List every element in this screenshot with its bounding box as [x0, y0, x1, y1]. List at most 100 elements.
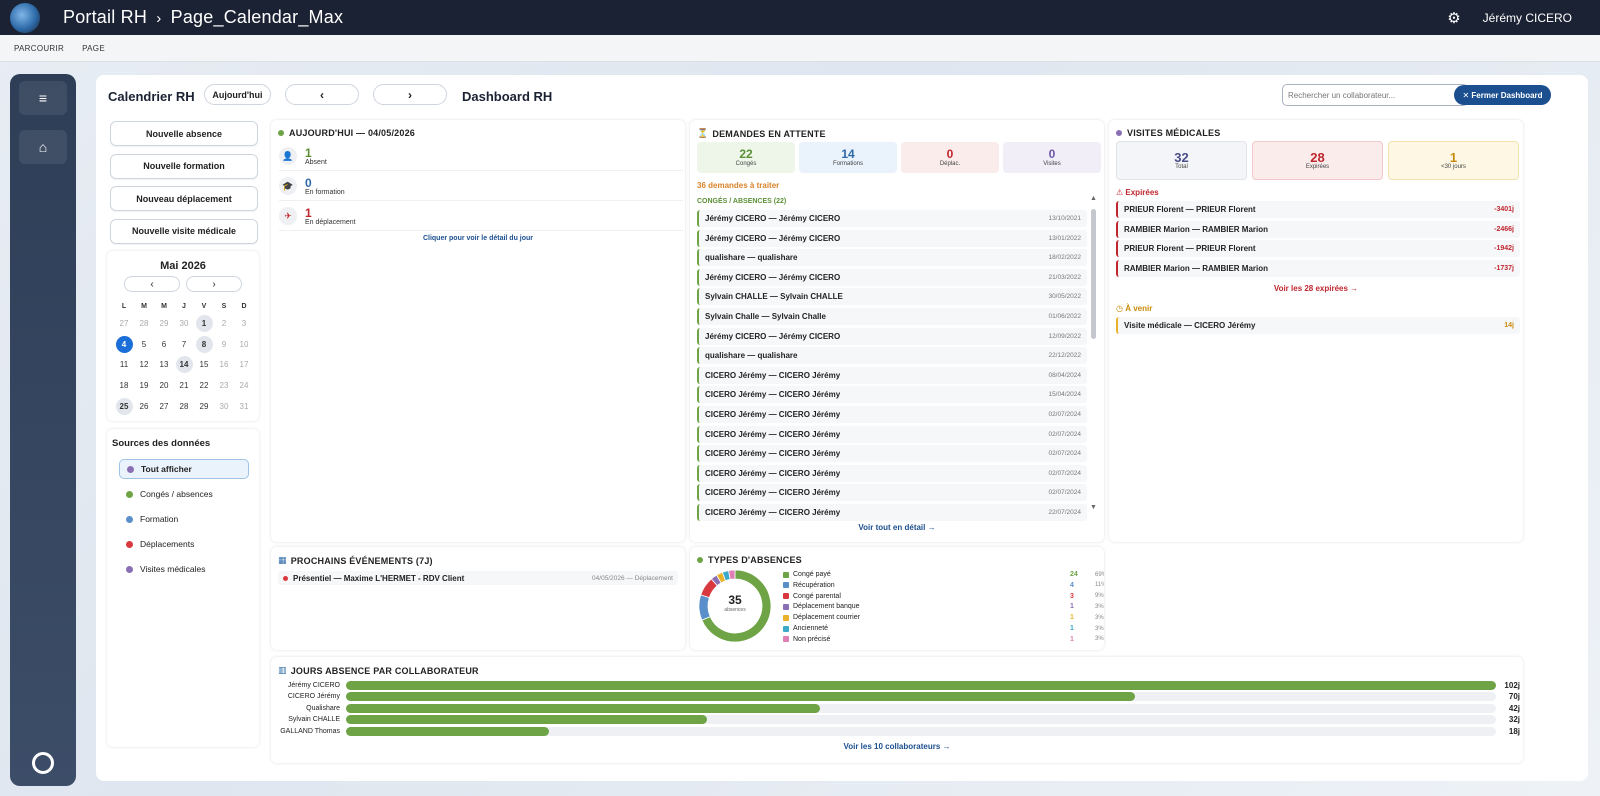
scroll-up-icon[interactable]: ▲ — [1090, 195, 1097, 202]
calendar-prev-button[interactable]: ‹ — [124, 276, 180, 292]
new-training-button[interactable]: Nouvelle formation — [110, 153, 258, 179]
calendar-day[interactable]: 29 — [194, 396, 214, 417]
pending-row[interactable]: Jérémy CICERO — Jérémy CICERO 21/03/2022 — [697, 268, 1087, 286]
today-trip-row[interactable]: ✈ 1 En déplacement — [279, 202, 683, 231]
pending-row[interactable]: qualishare — qualishare 22/12/2022 — [697, 347, 1087, 365]
pending-row[interactable]: CICERO Jérémy — CICERO Jérémy 02/07/2024 — [697, 445, 1087, 463]
user-name[interactable]: Jérémy CICERO — [1483, 11, 1572, 25]
pending-row[interactable]: CICERO Jérémy — CICERO Jérémy 02/07/2024 — [697, 464, 1087, 482]
menu-icon[interactable]: ≡ — [19, 81, 67, 115]
new-medical-visit-button[interactable]: Nouvelle visite médicale — [110, 218, 258, 244]
tab-page[interactable]: PAGE — [82, 44, 105, 53]
expired-row[interactable]: PRIEUR Florent — PRIEUR Florent -1942j — [1116, 240, 1520, 257]
new-trip-button[interactable]: Nouveau déplacement — [110, 186, 258, 211]
expired-see-all-link[interactable]: Voir les 28 expirées → — [1109, 284, 1523, 293]
calendar-next-button[interactable]: › — [186, 276, 242, 292]
pending-row[interactable]: Jérémy CICERO — Jérémy CICERO 13/10/2021 — [697, 210, 1087, 227]
see-all-collaborators-link[interactable]: Voir les 10 collaborateurs → — [271, 742, 1523, 751]
calendar-day[interactable]: 21 — [174, 375, 194, 396]
calendar-day[interactable]: 6 — [154, 334, 174, 355]
home-icon[interactable]: ⌂ — [19, 130, 67, 164]
today-absent-row[interactable]: 👤 1 Absent — [279, 142, 683, 171]
calendar-day[interactable]: 28 — [134, 313, 154, 334]
calendar-day[interactable]: 18 — [114, 375, 134, 396]
pending-row[interactable]: CICERO Jérémy — CICERO Jérémy 08/04/2024 — [697, 366, 1087, 384]
scroll-down-icon[interactable]: ▼ — [1090, 504, 1097, 511]
donut-slice[interactable] — [728, 569, 736, 580]
pending-row[interactable]: Sylvain CHALLE — Sylvain CHALLE 30/05/202… — [697, 288, 1087, 306]
pending-row[interactable]: CICERO Jérémy — CICERO Jérémy 02/07/2024 — [697, 425, 1087, 443]
calendar-day[interactable]: 17 — [234, 354, 254, 375]
calendar-day[interactable]: 24 — [234, 375, 254, 396]
calendar-day[interactable]: 23 — [214, 375, 234, 396]
scrollbar-thumb[interactable] — [1091, 209, 1096, 339]
calendar-day[interactable]: 19 — [134, 375, 154, 396]
stat-training[interactable]: 14 Formations — [799, 142, 897, 173]
today-button[interactable]: Aujourd'hui — [204, 84, 271, 105]
calendar-day[interactable]: 26 — [134, 396, 154, 417]
event-row[interactable]: Présentiel — Maxime L'HERMET - RDV Clien… — [278, 571, 678, 585]
calendar-day[interactable]: 16 — [214, 354, 234, 375]
calendar-day[interactable]: 3 — [234, 313, 254, 334]
calendar-day[interactable]: 27 — [154, 396, 174, 417]
today-training-row[interactable]: 🎓 0 En formation — [279, 172, 683, 201]
pending-row[interactable]: Jérémy CICERO — Jérémy CICERO 13/01/2022 — [697, 229, 1087, 247]
calendar-day[interactable]: 11 — [114, 354, 134, 375]
prev-button[interactable]: ‹ — [285, 84, 359, 105]
calendar-day[interactable]: 7 — [174, 334, 194, 355]
expired-row[interactable]: RAMBIER Marion — RAMBIER Marion -2466j — [1116, 220, 1520, 238]
bar[interactable] — [346, 680, 1496, 690]
rail-logo-icon[interactable] — [32, 752, 54, 774]
stat-leave[interactable]: 22 Congés — [697, 142, 795, 173]
app-logo-icon[interactable] — [10, 2, 40, 33]
calendar-day[interactable]: 13 — [154, 354, 174, 375]
calendar-day[interactable]: 8 — [194, 334, 214, 355]
bar[interactable] — [346, 715, 707, 724]
close-dashboard-button[interactable]: ✕ Fermer Dashboard — [1454, 85, 1551, 105]
calendar-day[interactable]: 2 — [214, 313, 234, 334]
source-medical[interactable]: Visites médicales — [119, 559, 249, 579]
breadcrumb-app[interactable]: Portail RH — [63, 7, 147, 27]
pending-see-all-link[interactable]: Voir tout en détail → — [690, 523, 1104, 532]
calendar-day[interactable]: 29 — [154, 313, 174, 334]
bar[interactable] — [346, 703, 820, 713]
calendar-day[interactable]: 25 — [114, 396, 134, 417]
calendar-day[interactable]: 12 — [134, 354, 154, 375]
pending-row[interactable]: CICERO Jérémy — CICERO Jérémy 22/07/2024 — [697, 504, 1087, 521]
source-training[interactable]: Formation — [119, 509, 249, 529]
source-leave[interactable]: Congés / absences — [119, 484, 249, 504]
calendar-day[interactable]: 5 — [134, 334, 154, 355]
pending-row[interactable]: CICERO Jérémy — CICERO Jérémy 02/07/2024 — [697, 484, 1087, 502]
visit-stat-total[interactable]: 32 Total — [1116, 141, 1247, 180]
new-absence-button[interactable]: Nouvelle absence — [110, 121, 258, 146]
bar[interactable] — [346, 726, 549, 736]
calendar-day[interactable]: 30 — [214, 396, 234, 417]
visit-stat-upcoming[interactable]: 1 <30 jours — [1388, 141, 1519, 180]
today-detail-link[interactable]: Cliquer pour voir le détail du jour — [271, 235, 685, 242]
pending-row[interactable]: Jérémy CICERO — Jérémy CICERO 12/09/2022 — [697, 327, 1087, 345]
source-trips[interactable]: Déplacements — [119, 534, 249, 554]
calendar-day[interactable]: 4 — [114, 334, 134, 355]
calendar-day[interactable]: 27 — [114, 313, 134, 334]
calendar-day[interactable]: 9 — [214, 334, 234, 355]
calendar-day[interactable]: 31 — [234, 396, 254, 417]
calendar-day[interactable]: 15 — [194, 354, 214, 375]
tab-parcourir[interactable]: PARCOURIR — [14, 44, 64, 53]
visit-stat-expired[interactable]: 28 Expirées — [1252, 141, 1383, 180]
next-button[interactable]: › — [373, 84, 447, 105]
pending-row[interactable]: Sylvain Challe — Sylvain Challe 01/06/202… — [697, 308, 1087, 325]
search-input[interactable]: Rechercher un collaborateur... — [1282, 84, 1468, 106]
bar[interactable] — [346, 692, 1136, 701]
calendar-day[interactable]: 30 — [174, 313, 194, 334]
upcoming-row[interactable]: Visite médicale — CICERO Jérémy 14j — [1116, 317, 1520, 334]
expired-row[interactable]: PRIEUR Florent — PRIEUR Florent -3401j — [1116, 201, 1520, 218]
pending-row[interactable]: CICERO Jérémy — CICERO Jérémy 02/07/2024 — [697, 406, 1087, 423]
pending-row[interactable]: qualishare — qualishare 18/02/2022 — [697, 249, 1087, 267]
source-all[interactable]: Tout afficher — [119, 459, 249, 479]
gear-icon[interactable]: ⚙ — [1447, 9, 1460, 27]
calendar-day[interactable]: 10 — [234, 334, 254, 355]
calendar-day[interactable]: 20 — [154, 375, 174, 396]
calendar-day[interactable]: 22 — [194, 375, 214, 396]
calendar-day[interactable]: 28 — [174, 396, 194, 417]
calendar-day[interactable]: 1 — [194, 313, 214, 334]
